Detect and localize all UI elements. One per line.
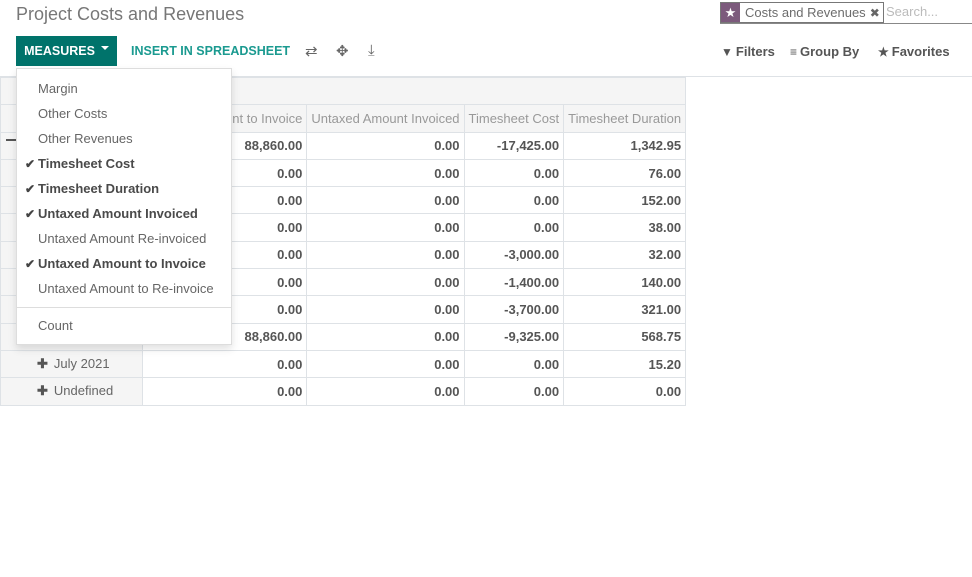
control-panel: Project Costs and Revenues ★ Costs and R… [0,0,972,77]
expand-icon[interactable]: ✚ [37,383,48,398]
measure-item[interactable]: ✔ Timesheet Cost [17,151,231,176]
pivot-cell[interactable]: 0.00 [141,349,308,379]
table-row: ✚ Undefined 0.00 0.00 0.00 0.00 [0,377,687,406]
bars-icon: ≡ [790,45,798,59]
flip-axis-icon[interactable]: ⇄ [305,42,318,60]
star-icon: ★ [721,3,740,22]
download-icon[interactable]: ⤓ [368,42,375,59]
pivot-cell[interactable]: 1,342.95 [563,131,687,160]
filters-label: Filters [735,44,775,59]
measure-label: Count [38,318,73,333]
pivot-cell[interactable]: 0.00 [463,213,565,242]
pivot-cell[interactable]: 0.00 [306,186,465,215]
measure-item[interactable]: Other Revenues [17,126,231,151]
pivot-cell[interactable]: 0.00 [463,349,565,379]
pivot-cell[interactable]: 0.00 [306,240,465,270]
collapse-icon[interactable] [6,139,16,141]
pivot-cell[interactable]: 568.75 [563,322,687,351]
pivot-cell[interactable]: 0.00 [563,377,687,406]
pivot-cell[interactable]: 140.00 [563,268,687,297]
pivot-cell[interactable]: 0.00 [306,295,465,324]
measure-item[interactable]: ✔ Timesheet Duration [17,176,231,201]
group-by-button[interactable]: ≡ Group By [790,44,859,59]
pivot-cell[interactable]: -3,000.00 [463,240,565,270]
pivot-cell[interactable]: 0.00 [463,158,565,188]
check-icon: ✔ [24,256,35,271]
expand-all-icon[interactable]: ✥ [336,42,349,60]
column-header[interactable]: Timesheet Duration [563,104,687,133]
measure-item[interactable]: ✔ Untaxed Amount to Invoice [17,251,231,276]
measures-label: MEASURES [24,44,95,58]
search-facet: ★ Costs and Revenues ✖ [720,2,884,23]
pivot-cell[interactable]: 0.00 [306,158,465,188]
pivot-cell[interactable]: 0.00 [306,322,465,351]
pivot-cell[interactable]: 0.00 [463,186,565,215]
row-header[interactable]: ✚ July 2021 [0,349,143,379]
check-icon: ✔ [24,181,35,196]
pivot-cell[interactable]: 0.00 [463,377,565,406]
measure-item[interactable]: Untaxed Amount Re-invoiced [17,226,231,251]
caret-down-icon [100,46,109,50]
pivot-cell[interactable]: 0.00 [306,131,465,160]
favorites-label: Favorites [891,44,950,59]
measures-dropdown: Count Margin Other Costs Other Revenues ✔ Ti… [16,68,232,345]
pivot-cell[interactable]: 152.00 [563,186,687,215]
dropdown-divider [17,307,231,308]
pivot-cell[interactable]: -9,325.00 [463,322,565,351]
measure-item[interactable]: ✔ Untaxed Amount Invoiced [17,201,231,226]
measure-label: Other Revenues [38,131,133,146]
measure-item[interactable]: Margin [17,76,231,101]
pivot-cell[interactable]: -1,400.00 [463,268,565,297]
row-label: Undefined [53,383,114,399]
pivot-cell[interactable]: 76.00 [563,158,687,188]
pivot-cell[interactable]: 321.00 [563,295,687,324]
table-row: ✚ July 2021 0.00 0.00 0.00 15.20 [0,349,687,379]
row-header[interactable]: ✚ Undefined [0,377,143,406]
measure-item[interactable]: Other Costs [17,101,231,126]
measure-label: Untaxed Amount Invoiced [38,206,198,221]
pivot-cell[interactable]: 32.00 [563,240,687,270]
page-title: Project Costs and Revenues [16,4,245,24]
pivot-cell[interactable]: -17,425.00 [463,131,565,160]
star-icon: ★ [878,45,889,59]
pivot-cell[interactable]: 0.00 [306,268,465,297]
row-label: July 2021 [53,356,110,372]
pivot-cell[interactable]: 0.00 [306,213,465,242]
group-by-label: Group By [800,44,860,59]
pivot-cell[interactable]: 0.00 [306,377,465,406]
measure-label: Untaxed Amount to Invoice [38,256,206,271]
filter-icon: ▼ [721,45,733,59]
measure-label: Untaxed Amount Re-invoiced [38,231,207,246]
measure-item-count[interactable]: Count [17,313,231,338]
filters-button[interactable]: ▼ Filters [721,44,775,59]
facet-label: Costs and Revenues [745,5,866,20]
column-header[interactable]: Timesheet Cost [463,104,565,133]
insert-in-spreadsheet-button[interactable]: INSERT IN SPREADSHEET [131,44,290,58]
measure-label: Timesheet Duration [38,181,160,196]
search-bar[interactable]: ★ Costs and Revenues ✖ [720,2,972,24]
search-input[interactable] [886,4,972,19]
check-icon: ✔ [24,156,35,171]
pivot-cell[interactable]: 38.00 [563,213,687,242]
measure-item[interactable]: Untaxed Amount to Re-invoice [17,276,231,301]
measure-label: Margin [38,81,78,96]
measure-label: Untaxed Amount to Re-invoice [38,281,214,296]
pivot-cell[interactable]: 15.20 [563,349,687,379]
close-icon[interactable]: ✖ [870,6,883,20]
check-icon: ✔ [24,206,35,221]
measures-button[interactable]: MEASURES [16,36,117,66]
pivot-cell[interactable]: 0.00 [306,349,465,379]
pivot-cell[interactable]: -3,700.00 [463,295,565,324]
measure-label: Other Costs [38,106,108,121]
expand-icon[interactable]: ✚ [37,356,48,371]
column-header[interactable]: Untaxed Amount Invoiced [306,104,465,133]
favorites-button[interactable]: ★ Favorites [878,44,950,59]
pivot-cell[interactable]: 0.00 [141,377,308,406]
measure-label: Timesheet Cost [38,156,135,171]
